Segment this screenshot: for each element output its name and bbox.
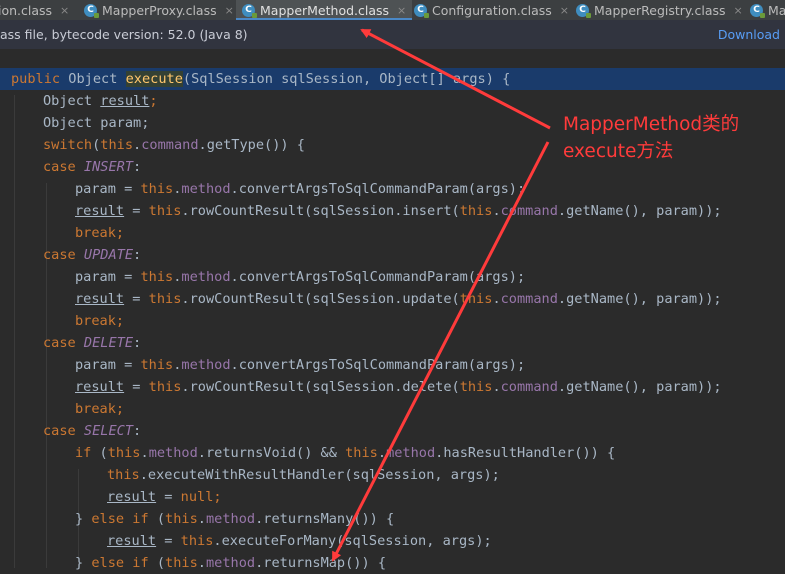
annotation-arrow-to-code — [331, 141, 550, 562]
annotation-line: MapperMethod类的 — [563, 114, 740, 135]
annotation-line: execute方法 — [563, 141, 674, 162]
annotation-arrows — [331, 28, 551, 562]
annotation-arrow-to-tab — [360, 28, 551, 130]
annotation-text: MapperMethod类的 execute方法 — [563, 111, 739, 165]
